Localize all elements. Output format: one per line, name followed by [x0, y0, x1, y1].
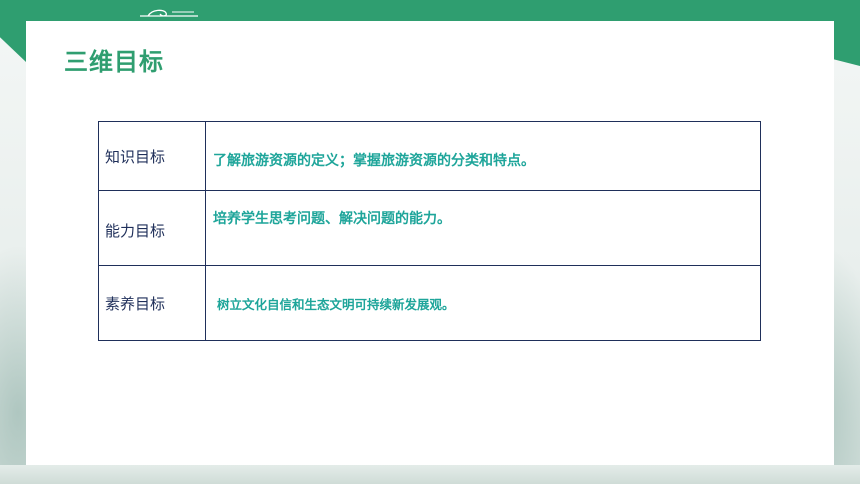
table-row: 能力目标 培养学生思考问题、解决问题的能力。 — [98, 190, 761, 266]
goals-table: 知识目标 了解旅游资源的定义；掌握旅游资源的分类和特点。 能力目标 培养学生思考… — [98, 121, 761, 341]
goal-label-cell: 知识目标 — [98, 121, 206, 191]
goal-content-cell: 培养学生思考问题、解决问题的能力。 — [205, 190, 761, 266]
right-corner-ribbon — [834, 0, 860, 66]
top-banner — [0, 0, 860, 21]
goal-label-cell: 能力目标 — [98, 190, 206, 266]
bottom-landscape-strip — [0, 465, 860, 484]
goal-label: 知识目标 — [105, 148, 166, 166]
goal-label-cell: 素养目标 — [98, 265, 206, 341]
cloud-ornament-icon — [140, 9, 198, 17]
table-row: 知识目标 了解旅游资源的定义；掌握旅游资源的分类和特点。 — [98, 121, 761, 191]
goal-label: 能力目标 — [105, 222, 166, 240]
slide-title: 三维目标 — [64, 48, 164, 76]
left-corner-ribbon — [0, 0, 26, 62]
goal-content: 培养学生思考问题、解决问题的能力。 — [213, 211, 451, 227]
goal-content: 了解旅游资源的定义；掌握旅游资源的分类和特点。 — [213, 153, 535, 169]
goal-content-cell: 了解旅游资源的定义；掌握旅游资源的分类和特点。 — [205, 121, 761, 191]
goal-content: 树立文化自信和生态文明可持续新发展观。 — [217, 296, 455, 312]
goal-label: 素养目标 — [105, 295, 166, 313]
table-row: 素养目标 树立文化自信和生态文明可持续新发展观。 — [98, 265, 761, 341]
goal-content-cell: 树立文化自信和生态文明可持续新发展观。 — [205, 265, 761, 341]
